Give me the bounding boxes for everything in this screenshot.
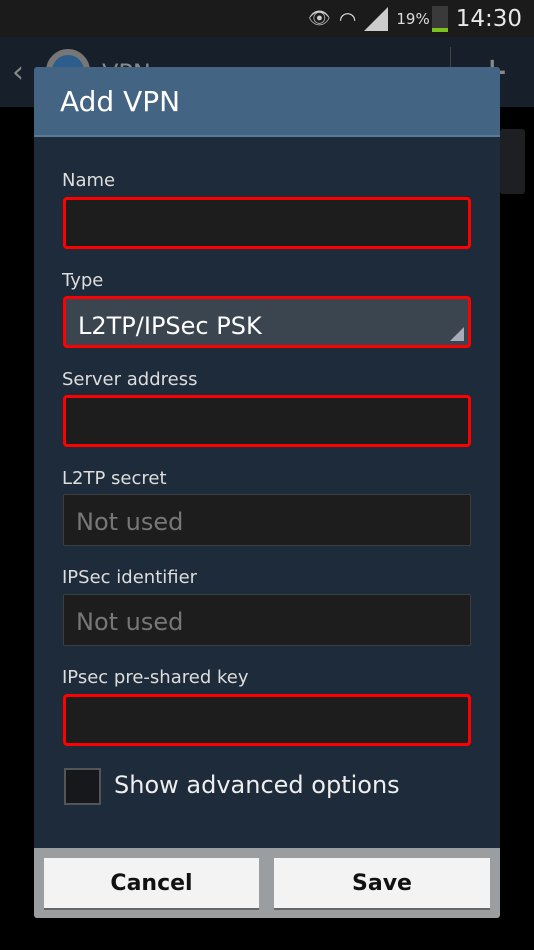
signal-icon: [364, 6, 389, 31]
wifi-icon: ◠: [338, 6, 357, 31]
add-vpn-dialog: Add VPN Name Type L2TP/IPSec PSK Server …: [34, 67, 500, 918]
status-bar: 👁 ◠ 19% 14:30: [0, 0, 534, 37]
psk-input[interactable]: [63, 694, 471, 746]
l2tp-secret-input[interactable]: Not used: [63, 494, 471, 546]
dropdown-icon: [450, 327, 464, 341]
server-address-label: Server address: [62, 369, 198, 390]
back-icon[interactable]: ‹: [12, 55, 24, 90]
battery-percent: 19%: [396, 9, 430, 28]
l2tp-secret-label: L2TP secret: [62, 468, 167, 489]
cancel-button[interactable]: Cancel: [44, 858, 259, 910]
battery-icon: [431, 5, 448, 32]
type-label: Type: [62, 270, 104, 291]
eye-icon: 👁: [308, 8, 331, 29]
name-label: Name: [62, 170, 116, 191]
dialog-title: Add VPN: [34, 67, 500, 137]
advanced-options-label[interactable]: Show advanced options: [114, 771, 400, 799]
background-list-item: [500, 129, 525, 194]
psk-label: IPsec pre-shared key: [62, 667, 249, 688]
ipsec-identifier-input[interactable]: Not used: [63, 594, 471, 646]
clock: 14:30: [455, 5, 522, 32]
name-input[interactable]: [63, 197, 471, 249]
type-value: L2TP/IPSec PSK: [78, 312, 262, 340]
button-bar: Cancel Save: [34, 848, 500, 918]
advanced-options-checkbox[interactable]: [64, 768, 101, 805]
server-address-input[interactable]: [63, 395, 471, 447]
type-select[interactable]: L2TP/IPSec PSK: [63, 296, 471, 348]
ipsec-identifier-label: IPSec identifier: [62, 567, 198, 588]
save-button[interactable]: Save: [274, 858, 490, 910]
